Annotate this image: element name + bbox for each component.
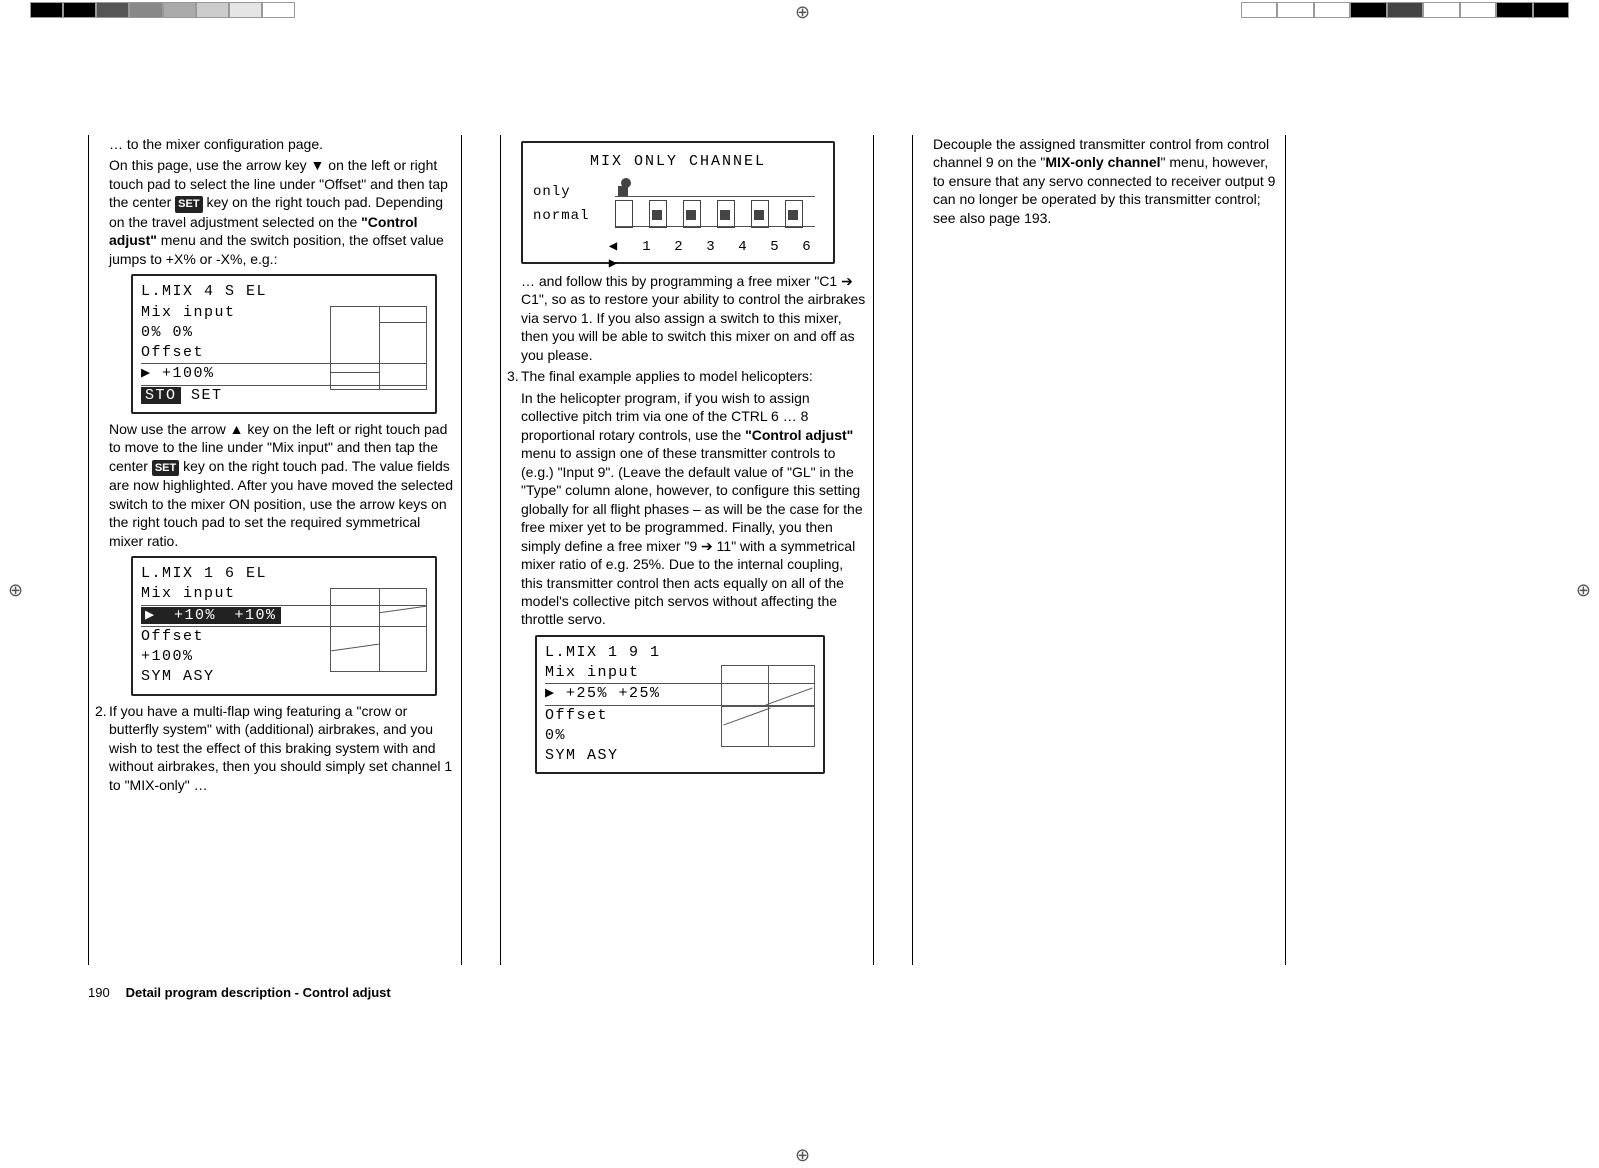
lcd-label-only: only bbox=[533, 184, 571, 200]
page: ⊕ ⊕ ⊕ ⊕ … to the mixer configuration pag… bbox=[0, 0, 1599, 1168]
bold-text: MIX-only channel bbox=[1045, 154, 1160, 170]
list-number: 3. bbox=[507, 367, 521, 385]
registration-strip-right bbox=[1241, 2, 1569, 18]
lcd-row: L.MIX 1 9 1 bbox=[545, 643, 815, 663]
text: menu to assign one of these transmitter … bbox=[521, 445, 863, 627]
body-text: Now use the arrow ▲ key on the left or r… bbox=[95, 420, 455, 550]
lcd-label-normal: normal bbox=[533, 208, 589, 224]
lcd-curve-graph bbox=[721, 665, 815, 747]
registration-mark-icon: ⊕ bbox=[795, 1145, 810, 1166]
content-area: … to the mixer configuration page. On th… bbox=[88, 135, 1393, 1135]
column-3: Decouple the assigned transmitter contro… bbox=[912, 135, 1286, 965]
body-text: … and follow this by programming a free … bbox=[507, 272, 867, 364]
lcd-set-label: SET bbox=[181, 387, 223, 404]
registration-mark-icon: ⊕ bbox=[795, 2, 810, 23]
arrow-right-icon: ▶ bbox=[607, 255, 621, 272]
column-2: MIX ONLY CHANNEL only normal bbox=[500, 135, 874, 965]
lcd-title: MIX ONLY CHANNEL bbox=[533, 153, 823, 170]
page-number: 190 bbox=[88, 985, 122, 1000]
registration-mark-icon: ⊕ bbox=[1576, 580, 1591, 601]
lcd-screen-lmix4: L.MIX 4 S EL Mix input 0% 0% Offset ▶ +1… bbox=[131, 274, 437, 414]
set-key-tag: SET bbox=[152, 460, 179, 477]
bold-text: "Control adjust" bbox=[745, 427, 853, 443]
lcd-row: L.MIX 1 6 EL bbox=[141, 564, 427, 584]
arrow-left-icon: ◀ bbox=[607, 238, 621, 255]
lcd-screen-lmix1-9to1: L.MIX 1 9 1 Mix input ▶ +25% +25% Offset… bbox=[535, 635, 825, 775]
text: The final example applies to model helic… bbox=[521, 368, 813, 384]
column-1: … to the mixer configuration page. On th… bbox=[88, 135, 462, 965]
lcd-curve-graph bbox=[330, 588, 427, 672]
list-number: 2. bbox=[95, 702, 109, 720]
registration-mark-icon: ⊕ bbox=[8, 580, 23, 601]
lcd-slider-track bbox=[615, 186, 815, 234]
lcd-curve-graph bbox=[330, 306, 427, 390]
text: If you have a multi-flap wing featuring … bbox=[109, 703, 452, 793]
body-text: … to the mixer configuration page. bbox=[95, 135, 455, 153]
lcd-channel-numbers: ◀ 123456 ▶ bbox=[607, 238, 827, 272]
set-key-tag: SET bbox=[175, 196, 202, 213]
text: menu and the switch position, the offset… bbox=[109, 232, 444, 266]
lcd-screen-lmix1-6el: L.MIX 1 6 EL Mix input ▶ +10% +10% Offse… bbox=[131, 556, 437, 696]
registration-strip-left bbox=[30, 2, 295, 18]
body-text: On this page, use the arrow key ▼ on the… bbox=[95, 156, 455, 268]
page-footer: 190 Detail program description - Control… bbox=[88, 985, 391, 1135]
list-item-3: 3.The final example applies to model hel… bbox=[507, 367, 867, 385]
lcd-screen-mix-only-channel: MIX ONLY CHANNEL only normal bbox=[521, 141, 835, 264]
lcd-sto-button: STO bbox=[141, 387, 181, 404]
list-item-2: 2.If you have a multi-flap wing featurin… bbox=[95, 702, 455, 794]
body-text: Decouple the assigned transmitter contro… bbox=[919, 135, 1279, 227]
footer-title: Detail program description - Control adj… bbox=[126, 985, 391, 1000]
lcd-row: L.MIX 4 S EL bbox=[141, 282, 427, 302]
lcd-row: SYM ASY bbox=[545, 746, 815, 766]
body-text: In the helicopter program, if you wish t… bbox=[507, 389, 867, 629]
